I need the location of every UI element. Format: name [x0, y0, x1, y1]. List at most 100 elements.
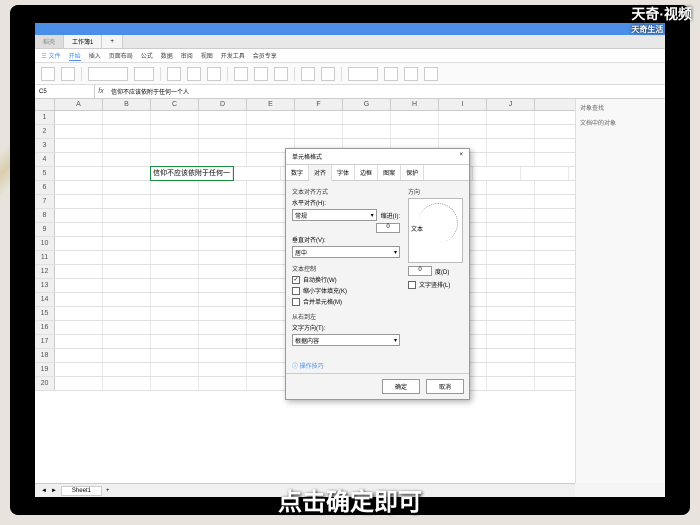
cell[interactable] — [55, 167, 103, 180]
col-header[interactable]: D — [199, 99, 247, 110]
merge-button[interactable] — [301, 67, 315, 81]
row-header[interactable]: 11 — [35, 251, 55, 264]
cell[interactable] — [487, 209, 535, 222]
cell[interactable] — [487, 335, 535, 348]
cell[interactable] — [487, 237, 535, 250]
cell[interactable] — [151, 223, 199, 236]
font-select[interactable] — [88, 67, 128, 81]
cell[interactable] — [199, 111, 247, 124]
indent-input[interactable]: 0 — [376, 223, 400, 233]
cell[interactable] — [103, 321, 151, 334]
cell[interactable] — [151, 265, 199, 278]
cell[interactable] — [151, 251, 199, 264]
cell[interactable] — [55, 265, 103, 278]
orientation-arc[interactable] — [418, 203, 458, 243]
cell[interactable] — [199, 279, 247, 292]
cell[interactable] — [295, 125, 343, 138]
cell[interactable] — [199, 307, 247, 320]
cancel-button[interactable]: 取消 — [426, 379, 464, 394]
col-header[interactable]: G — [343, 99, 391, 110]
row-header[interactable]: 15 — [35, 307, 55, 320]
cell[interactable] — [55, 349, 103, 362]
cell[interactable] — [487, 223, 535, 236]
cell[interactable] — [343, 111, 391, 124]
cell[interactable] — [151, 139, 199, 152]
cell[interactable] — [55, 251, 103, 264]
cell[interactable] — [487, 195, 535, 208]
row-header[interactable]: 2 — [35, 125, 55, 138]
cell[interactable] — [103, 265, 151, 278]
cell[interactable] — [55, 125, 103, 138]
cell[interactable] — [55, 111, 103, 124]
dialog-tab-alignment[interactable]: 对齐 — [309, 165, 332, 181]
row-header[interactable]: 20 — [35, 377, 55, 390]
name-box[interactable]: C5 — [35, 85, 95, 98]
ribbon-tab[interactable]: 数据 — [161, 51, 173, 60]
cell[interactable] — [247, 111, 295, 124]
cell[interactable] — [151, 377, 199, 390]
cell[interactable] — [103, 181, 151, 194]
cell[interactable] — [151, 349, 199, 362]
cell[interactable] — [199, 223, 247, 236]
merge-checkbox[interactable] — [292, 298, 300, 306]
sort-button[interactable] — [404, 67, 418, 81]
cell[interactable] — [473, 167, 521, 180]
cell[interactable] — [487, 293, 535, 306]
cell[interactable] — [487, 363, 535, 376]
cell[interactable] — [103, 307, 151, 320]
dialog-tab-font[interactable]: 字体 — [332, 165, 355, 180]
cell[interactable] — [103, 125, 151, 138]
ribbon-tab[interactable]: 审阅 — [181, 51, 193, 60]
formula-input[interactable]: 信仰不应该依附于任何一个人 — [107, 87, 665, 96]
col-header[interactable]: J — [487, 99, 535, 110]
cell[interactable] — [487, 377, 535, 390]
cell[interactable] — [55, 335, 103, 348]
align-left-button[interactable] — [234, 67, 248, 81]
cell[interactable] — [103, 195, 151, 208]
cell[interactable] — [103, 363, 151, 376]
wrap-checkbox[interactable]: ✓ — [292, 276, 300, 284]
cell[interactable] — [151, 335, 199, 348]
row-header[interactable]: 17 — [35, 335, 55, 348]
col-header[interactable]: E — [247, 99, 295, 110]
ribbon-tab[interactable]: 页面布局 — [109, 51, 133, 60]
cell[interactable] — [55, 223, 103, 236]
cell[interactable] — [199, 125, 247, 138]
shrink-checkbox[interactable] — [292, 287, 300, 295]
cell[interactable] — [487, 265, 535, 278]
cell[interactable] — [151, 321, 199, 334]
col-header[interactable]: B — [103, 99, 151, 110]
cell[interactable] — [103, 167, 151, 180]
ribbon-tab[interactable]: 插入 — [89, 51, 101, 60]
select-all-corner[interactable] — [35, 99, 55, 110]
row-header[interactable]: 9 — [35, 223, 55, 236]
horizontal-align-select[interactable]: 常规▾ — [292, 209, 377, 221]
cell[interactable] — [199, 139, 247, 152]
ribbon-tab[interactable]: 开始 — [69, 51, 81, 61]
cell[interactable] — [103, 279, 151, 292]
close-icon[interactable]: × — [459, 152, 463, 161]
cell[interactable] — [55, 237, 103, 250]
row-header[interactable]: 18 — [35, 349, 55, 362]
app-tab-home[interactable]: 稻壳 — [35, 35, 64, 48]
cell[interactable] — [103, 377, 151, 390]
cell[interactable] — [103, 335, 151, 348]
cell[interactable] — [233, 167, 281, 180]
fx-icon[interactable]: fx — [95, 88, 107, 95]
cell[interactable] — [55, 139, 103, 152]
cell[interactable] — [151, 111, 199, 124]
app-tab-add[interactable]: + — [102, 35, 123, 48]
cell[interactable] — [55, 181, 103, 194]
ribbon-tab[interactable]: 公式 — [141, 51, 153, 60]
cell[interactable] — [487, 153, 535, 166]
col-header[interactable]: C — [151, 99, 199, 110]
row-header[interactable]: 14 — [35, 293, 55, 306]
col-header[interactable]: F — [295, 99, 343, 110]
help-link[interactable]: ⓘ 操作技巧 — [292, 364, 324, 370]
cell[interactable] — [247, 125, 295, 138]
bold-button[interactable] — [167, 67, 181, 81]
degrees-input[interactable]: 0 — [408, 266, 432, 276]
cell[interactable] — [151, 237, 199, 250]
row-header[interactable]: 8 — [35, 209, 55, 222]
text-direction-select[interactable]: 根据内容▾ — [292, 334, 400, 346]
